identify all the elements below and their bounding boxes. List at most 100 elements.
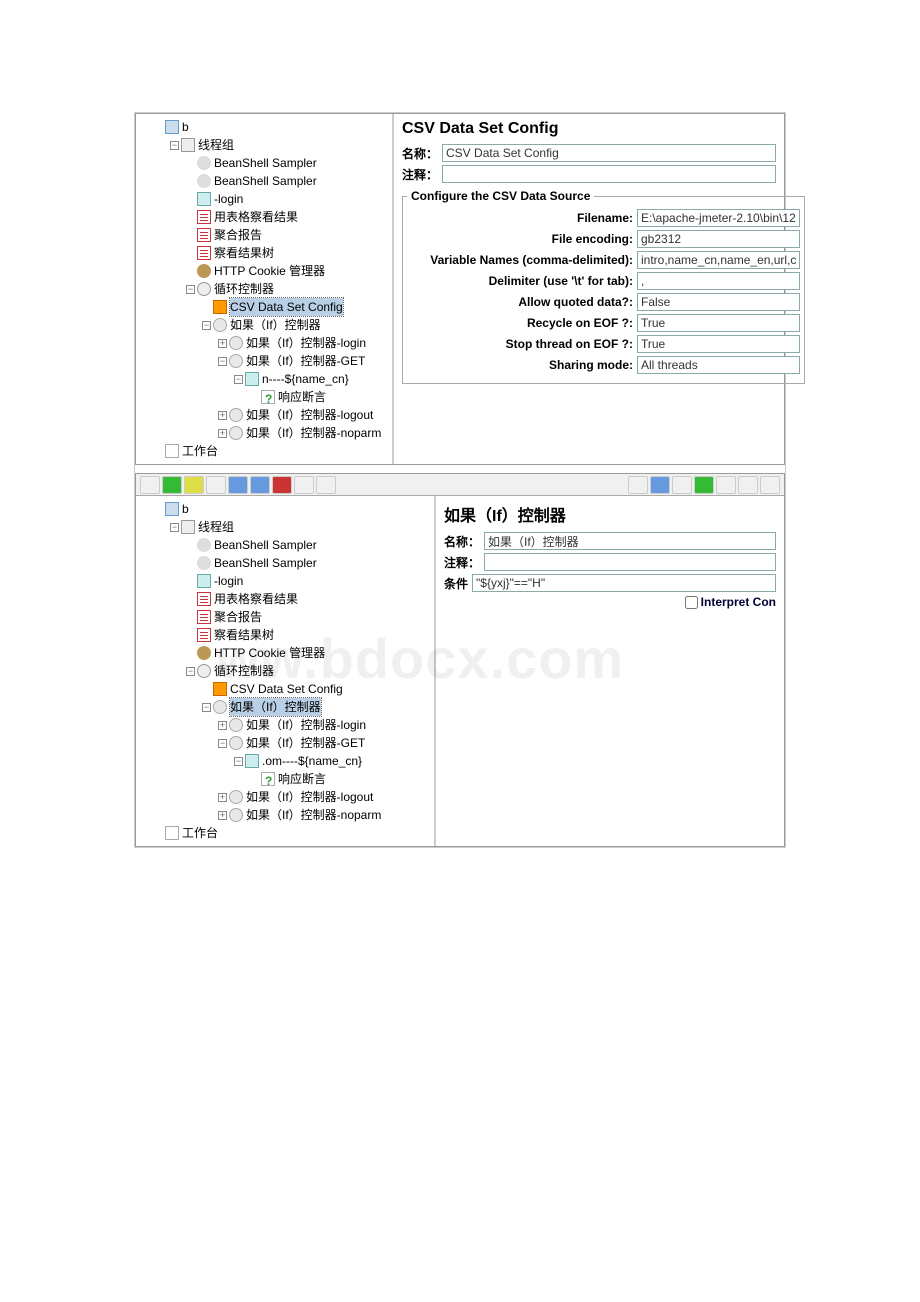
tree-node[interactable]: +如果（If）控制器-login: [138, 716, 432, 734]
tree-node[interactable]: +如果（If）控制器-noparm: [138, 806, 432, 824]
tree-node[interactable]: 用表格察看结果: [138, 208, 390, 226]
condition-input[interactable]: [472, 574, 776, 592]
toolbar-btn[interactable]: [316, 476, 336, 494]
bs-icon: [197, 556, 211, 570]
field-input[interactable]: [637, 272, 800, 290]
toggle-icon[interactable]: −: [186, 285, 195, 294]
toolbar-btn[interactable]: [672, 476, 692, 494]
test-plan-tree[interactable]: b−线程组BeanShell SamplerBeanShell Sampler-…: [138, 500, 432, 842]
comment-label: 注释：: [402, 166, 438, 183]
tree-node-label: 如果（If）控制器: [230, 698, 321, 716]
toggle-icon[interactable]: −: [234, 757, 243, 766]
toggle-icon[interactable]: +: [218, 429, 227, 438]
tree-node[interactable]: − 如果（If）控制器: [138, 698, 432, 716]
tree-node[interactable]: −n----${name_cn}: [138, 370, 390, 388]
tree-node[interactable]: −.om----${name_cn}: [138, 752, 432, 770]
tree-node[interactable]: + 如果（If）控制器-login: [138, 334, 390, 352]
field-input[interactable]: [637, 230, 800, 248]
interpret-checkbox[interactable]: Interpret Con: [685, 595, 776, 609]
tree-node[interactable]: 察看结果树: [138, 626, 432, 644]
toggle-icon[interactable]: +: [218, 793, 227, 802]
tree-node[interactable]: -login: [138, 190, 390, 208]
toggle-icon[interactable]: −: [218, 357, 227, 366]
tree-node[interactable]: 响应断言: [138, 770, 432, 788]
toggle-icon[interactable]: +: [218, 411, 227, 420]
tree-node[interactable]: BeanShell Sampler: [138, 154, 390, 172]
field-input[interactable]: [637, 293, 800, 311]
tree-node-label: 如果（If）控制器-logout: [246, 788, 373, 806]
toolbar-btn[interactable]: [694, 476, 714, 494]
tree-node[interactable]: 用表格察看结果: [138, 590, 432, 608]
field-input[interactable]: [637, 314, 800, 332]
toolbar-btn[interactable]: [184, 476, 204, 494]
comment-input[interactable]: [484, 553, 776, 571]
toolbar-btn-play[interactable]: [162, 476, 182, 494]
tree-node[interactable]: 工作台: [138, 824, 432, 842]
tree-node[interactable]: BeanShell Sampler: [138, 536, 432, 554]
tree-node[interactable]: + 如果（If）控制器-logout: [138, 406, 390, 424]
tree-node[interactable]: HTTP Cookie 管理器: [138, 644, 432, 662]
tree-node[interactable]: +如果（If）控制器-noparm: [138, 424, 390, 442]
toolbar-btn[interactable]: [294, 476, 314, 494]
name-input[interactable]: [442, 144, 776, 162]
toggle-icon[interactable]: −: [218, 739, 227, 748]
toolbar-btn[interactable]: [140, 476, 160, 494]
field-input[interactable]: [637, 251, 800, 269]
toolbar-btn[interactable]: [628, 476, 648, 494]
toolbar-btn[interactable]: [650, 476, 670, 494]
if-icon: [229, 336, 243, 350]
tree-node[interactable]: 聚合报告: [138, 226, 390, 244]
name-input[interactable]: [484, 532, 776, 550]
toolbar-btn[interactable]: [738, 476, 758, 494]
tree-node[interactable]: CSV Data Set Config: [138, 680, 432, 698]
toggle-icon[interactable]: −: [234, 375, 243, 384]
if-icon: [229, 426, 243, 440]
tree-node[interactable]: BeanShell Sampler: [138, 172, 390, 190]
toolbar-btn[interactable]: [760, 476, 780, 494]
tree-node[interactable]: 工作台: [138, 442, 390, 460]
tree-node[interactable]: HTTP Cookie 管理器: [138, 262, 390, 280]
cookie-icon: [197, 646, 211, 660]
tree-node-label: 如果（If）控制器-login: [246, 334, 366, 352]
name-label: 名称：: [444, 533, 480, 550]
tree-node[interactable]: b: [138, 500, 432, 518]
tree-node[interactable]: −循环控制器: [138, 280, 390, 298]
toolbar-btn[interactable]: [716, 476, 736, 494]
tree-node[interactable]: −线程组: [138, 136, 390, 154]
toolbar-btn[interactable]: [250, 476, 270, 494]
tree-node[interactable]: BeanShell Sampler: [138, 554, 432, 572]
toggle-icon[interactable]: +: [218, 811, 227, 820]
tree-node[interactable]: −线程组: [138, 518, 432, 536]
tree-node[interactable]: −如果（If）控制器-GET: [138, 734, 432, 752]
tbl-icon: [197, 592, 211, 606]
toolbar-btn-stop[interactable]: [272, 476, 292, 494]
toggle-icon[interactable]: −: [202, 321, 211, 330]
field-input[interactable]: [637, 335, 800, 353]
toggle-icon[interactable]: +: [218, 721, 227, 730]
tree-node[interactable]: 响应断言: [138, 388, 390, 406]
toolbar-btn[interactable]: [206, 476, 226, 494]
tree-node[interactable]: −如果（If）控制器: [138, 316, 390, 334]
tree-node[interactable]: −如果（If）控制器-GET: [138, 352, 390, 370]
toggle-icon[interactable]: −: [170, 141, 179, 150]
tree-node[interactable]: 聚合报告: [138, 608, 432, 626]
tree-node[interactable]: + 如果（If）控制器-logout: [138, 788, 432, 806]
field-input[interactable]: [637, 209, 800, 227]
tree-node[interactable]: -login: [138, 572, 432, 590]
toggle-icon[interactable]: +: [218, 339, 227, 348]
test-plan-tree[interactable]: b−线程组BeanShell SamplerBeanShell Sampler-…: [138, 118, 390, 460]
tree-node[interactable]: 察看结果树: [138, 244, 390, 262]
toggle-icon[interactable]: −: [186, 667, 195, 676]
field-input[interactable]: [637, 356, 800, 374]
tree-node-label: 聚合报告: [214, 608, 262, 626]
tree-node[interactable]: b: [138, 118, 390, 136]
wb-icon: [165, 826, 179, 840]
tbl-icon: [197, 628, 211, 642]
toggle-icon[interactable]: −: [202, 703, 211, 712]
toolbar-btn[interactable]: [228, 476, 248, 494]
toggle-icon[interactable]: −: [170, 523, 179, 532]
tree-node[interactable]: CSV Data Set Config: [138, 298, 390, 316]
tree-node-label: 如果（If）控制器-logout: [246, 406, 373, 424]
tree-node[interactable]: −循环控制器: [138, 662, 432, 680]
comment-input[interactable]: [442, 165, 776, 183]
